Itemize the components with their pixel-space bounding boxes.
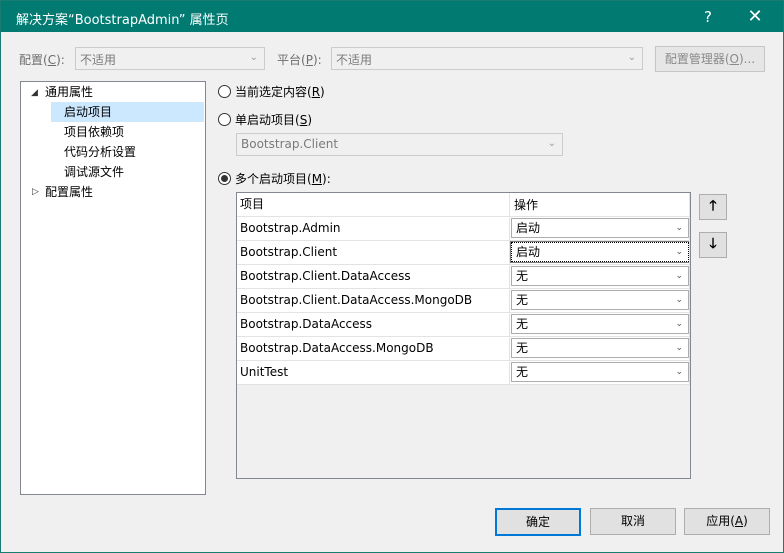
window-title: 解决方案“BootstrapAdmin” 属性页 [16, 13, 229, 28]
action-cell: 无 ⌄ [510, 289, 690, 313]
move-up-button[interactable]: 🡑 [699, 194, 727, 220]
collapsed-icon[interactable]: ▷ [32, 187, 39, 197]
action-dropdown[interactable]: 启动 ⌄ [510, 241, 689, 263]
table-row: Bootstrap.DataAccess 无 ⌄ [237, 313, 690, 337]
column-header-project[interactable]: 项目 [237, 193, 510, 217]
move-down-button[interactable]: 🡓 [699, 232, 727, 258]
chevron-down-icon: ⌄ [675, 343, 683, 353]
arrow-down-icon: 🡓 [709, 236, 717, 252]
project-name: Bootstrap.DataAccess [237, 313, 510, 337]
radio-button[interactable] [218, 113, 231, 126]
action-cell: 无 ⌄ [510, 313, 690, 337]
chevron-down-icon: ⌄ [627, 52, 636, 63]
table-row: Bootstrap.DataAccess.MongoDB 无 ⌄ [237, 337, 690, 361]
apply-button[interactable]: 应用(A) [684, 508, 770, 535]
action-cell: 无 ⌄ [510, 337, 690, 361]
project-name: Bootstrap.Client [237, 241, 510, 265]
radio-multiple-startup[interactable]: 多个启动项目(M): [218, 170, 331, 187]
chevron-down-icon: ⌄ [547, 138, 556, 149]
table-row: Bootstrap.Client 启动 ⌄ [237, 241, 690, 265]
help-icon: ? [704, 7, 712, 26]
expanded-icon[interactable]: ◢ [31, 88, 38, 98]
chevron-down-icon: ⌄ [675, 247, 683, 257]
action-dropdown[interactable]: 无 ⌄ [511, 314, 689, 334]
action-dropdown[interactable]: 启动 ⌄ [511, 218, 689, 238]
tree-item-startup[interactable]: 启动项目 [51, 102, 204, 122]
tree-item-code-analysis[interactable]: 代码分析设置 [64, 142, 136, 162]
action-dropdown[interactable]: 无 ⌄ [511, 362, 689, 382]
table-row: Bootstrap.Client.DataAccess.MongoDB 无 ⌄ [237, 289, 690, 313]
chevron-down-icon: ⌄ [675, 223, 683, 233]
action-cell: 启动 ⌄ [510, 217, 690, 241]
chevron-down-icon: ⌄ [675, 319, 683, 329]
platform-label: 平台(P): [277, 53, 322, 67]
chevron-down-icon: ⌄ [249, 52, 258, 63]
radio-current-selection[interactable]: 当前选定内容(R) [218, 83, 325, 100]
single-startup-select[interactable]: Bootstrap.Client ⌄ [236, 133, 563, 156]
close-button[interactable]: ✕ [732, 1, 778, 32]
grid-header: 项目 操作 [237, 193, 690, 217]
chevron-down-icon: ⌄ [675, 295, 683, 305]
help-button[interactable]: ? [685, 1, 731, 32]
radio-button[interactable] [218, 172, 231, 185]
project-name: UnitTest [237, 361, 510, 385]
chevron-down-icon: ⌄ [675, 271, 683, 281]
close-icon: ✕ [747, 6, 763, 27]
action-cell: 无 ⌄ [510, 265, 690, 289]
config-manager-button[interactable]: 配置管理器(O)... [655, 46, 765, 72]
radio-button[interactable] [218, 85, 231, 98]
tree-item-common[interactable]: 通用属性 [45, 82, 93, 102]
project-name: Bootstrap.DataAccess.MongoDB [237, 337, 510, 361]
table-row: Bootstrap.Admin 启动 ⌄ [237, 217, 690, 241]
arrow-up-icon: 🡑 [709, 198, 717, 214]
project-name: Bootstrap.Client.DataAccess.MongoDB [237, 289, 510, 313]
project-name: Bootstrap.Admin [237, 217, 510, 241]
title-bar: 解决方案“BootstrapAdmin” 属性页 ? ✕ [1, 1, 783, 32]
tree-item-dependencies[interactable]: 项目依赖项 [64, 122, 124, 142]
property-tree: ◢ 通用属性 启动项目 项目依赖项 代码分析设置 调试源文件 ▷ 配置属性 [20, 81, 206, 495]
action-dropdown[interactable]: 无 ⌄ [511, 290, 689, 310]
action-cell: 无 ⌄ [510, 361, 690, 385]
action-dropdown[interactable]: 无 ⌄ [511, 338, 689, 358]
action-dropdown[interactable]: 无 ⌄ [511, 266, 689, 286]
tree-item-config[interactable]: 配置属性 [45, 182, 93, 202]
project-name: Bootstrap.Client.DataAccess [237, 265, 510, 289]
radio-single-startup[interactable]: 单启动项目(S) [218, 111, 312, 128]
table-row: Bootstrap.Client.DataAccess 无 ⌄ [237, 265, 690, 289]
properties-dialog: 解决方案“BootstrapAdmin” 属性页 ? ✕ 配置(C): 不适用 … [0, 0, 784, 553]
cancel-button[interactable]: 取消 [590, 508, 676, 535]
chevron-down-icon: ⌄ [675, 367, 683, 377]
tree-item-debug-source[interactable]: 调试源文件 [64, 162, 124, 182]
startup-projects-grid: 项目 操作 Bootstrap.Admin 启动 ⌄ Bootstrap.Client… [236, 192, 691, 479]
ok-button[interactable]: 确定 [495, 508, 581, 536]
platform-select[interactable]: 不适用 ⌄ [331, 47, 643, 70]
action-cell: 启动 ⌄ [510, 241, 690, 265]
column-header-action[interactable]: 操作 [510, 193, 690, 217]
config-label: 配置(C): [19, 53, 65, 67]
table-row: UnitTest 无 ⌄ [237, 361, 690, 385]
config-select[interactable]: 不适用 ⌄ [75, 47, 265, 70]
